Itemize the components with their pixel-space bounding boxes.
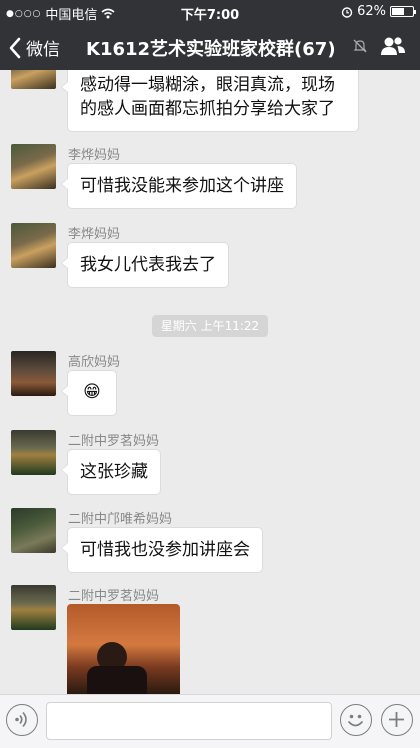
group-icon [381, 37, 405, 55]
voice-button[interactable] [6, 704, 38, 736]
nav-bar: 微信 K1612艺术实验班家校群(67) [0, 24, 420, 70]
avatar[interactable] [11, 144, 56, 189]
avatar[interactable] [11, 223, 56, 268]
battery-percent: 62% [357, 4, 386, 19]
avatar[interactable] [11, 585, 56, 630]
avatar[interactable] [11, 70, 56, 89]
back-label: 微信 [26, 40, 60, 60]
avatar[interactable] [11, 508, 56, 553]
sender-name: 李烨妈妈 [68, 227, 121, 242]
message-line: 的感人画面都忘抓拍分享给大家了 [80, 99, 335, 119]
sender-name: 李烨妈妈 [68, 148, 121, 163]
emoji-icon [348, 714, 363, 727]
battery-fill [392, 8, 405, 15]
chevron-left-icon [9, 37, 21, 58]
sender-name: 二附中邝唯希妈妈 [68, 512, 173, 527]
message-input[interactable] [46, 702, 332, 740]
avatar[interactable] [11, 430, 56, 475]
emoji-message-bubble[interactable]: 😁 [61, 370, 117, 416]
sender-name: 高欣妈妈 [68, 355, 121, 370]
group-info-button[interactable] [380, 36, 406, 60]
more-button[interactable] [381, 704, 413, 736]
message-line: 感动得一塌糊涂，眼泪真流，现场 [80, 75, 335, 95]
message-bubble[interactable]: 感动得一塌糊涂，眼泪真流，现场 的感人画面都忘抓拍分享给大家了 [61, 70, 359, 132]
grin-emoji: 😁 [83, 382, 101, 402]
sender-name: 二附中罗茗妈妈 [68, 589, 160, 604]
plus-icon [389, 712, 404, 727]
bell-mute-icon [353, 39, 367, 53]
emoji-button[interactable] [340, 704, 372, 736]
battery-icon [390, 6, 416, 17]
message-bubble[interactable]: 我女儿代表我去了 [61, 242, 229, 288]
message-bubble[interactable]: 可惜我没能来参加这个讲座 [61, 163, 297, 209]
timestamp-label: 星期六 上午11:22 [152, 315, 268, 337]
chat-area[interactable]: 感动得一塌糊涂，眼泪真流，现场 的感人画面都忘抓拍分享给大家了 李烨妈妈 可惜我… [0, 70, 420, 694]
message-bubble[interactable]: 这张珍藏 [61, 449, 161, 495]
image-message[interactable] [67, 604, 180, 694]
input-bar [0, 694, 420, 748]
message-bubble[interactable]: 可惜我也没参加讲座会 [61, 527, 263, 573]
voice-icon [15, 711, 27, 728]
sender-name: 二附中罗茗妈妈 [68, 434, 160, 449]
alarm-icon [341, 6, 353, 18]
back-button[interactable]: 微信 [8, 35, 60, 60]
chat-title: K1612艺术实验班家校群(67) [86, 39, 336, 60]
status-bar: ●○○○ 中国电信 下午7:00 62% [0, 0, 420, 24]
avatar[interactable] [11, 351, 56, 396]
